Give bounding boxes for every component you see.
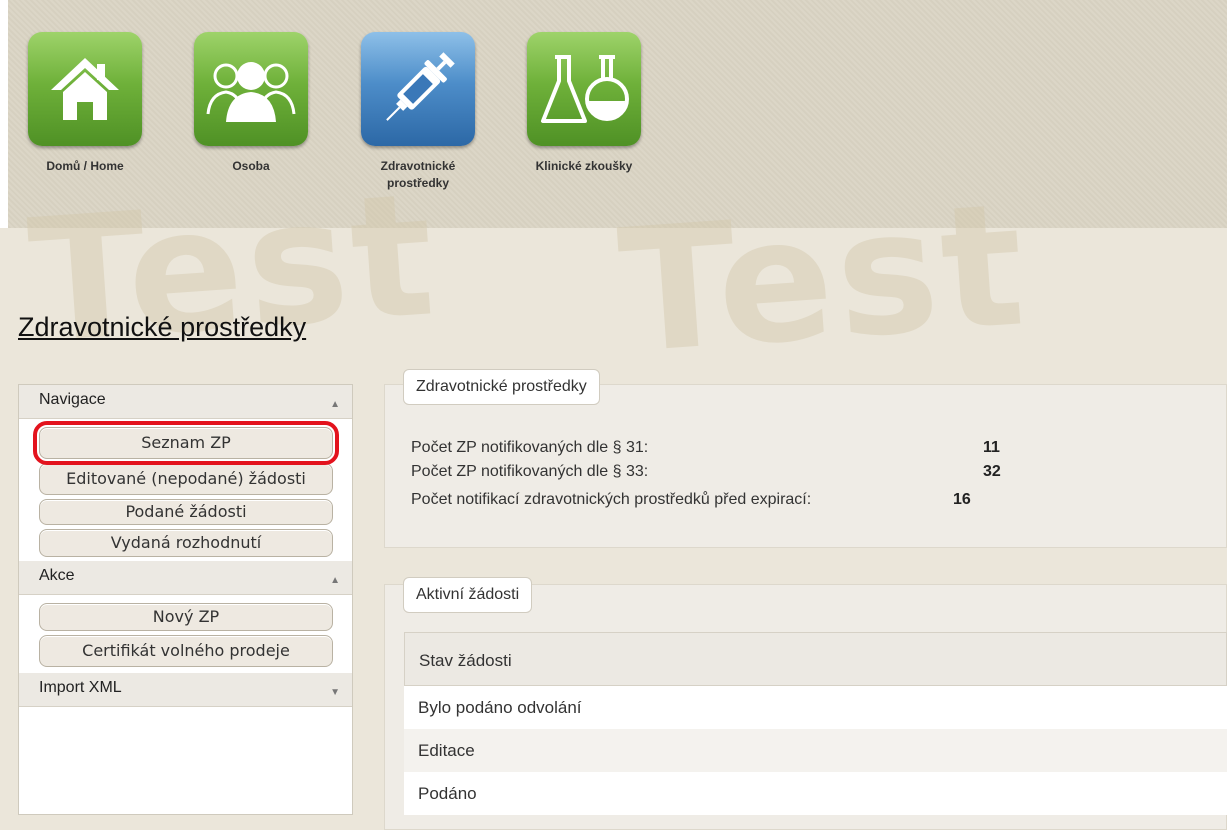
stat-value-expiring: 16 xyxy=(953,491,971,508)
summary-panel: Zdravotnické prostředky Počet ZP notifik… xyxy=(384,369,1227,548)
lab-flasks-icon xyxy=(527,32,641,146)
nav-tile-label: Osoba xyxy=(232,159,270,173)
collapse-arrow-icon: ▲ xyxy=(330,575,340,586)
submitted-requests-button[interactable]: Podané žádosti xyxy=(39,499,333,525)
house-icon xyxy=(28,32,142,146)
nav-tile-label: Klinické zkoušky xyxy=(535,159,633,173)
sidebar-section-navigation[interactable]: Navigace ▲ xyxy=(19,385,352,419)
sidebar-section-import-xml[interactable]: Import XML ▼ xyxy=(19,673,352,707)
seznam-zp-button[interactable]: Seznam ZP xyxy=(33,421,339,465)
column-header-request-status[interactable]: Stav žádosti xyxy=(404,632,1227,686)
sidebar-section-actions[interactable]: Akce ▲ xyxy=(19,561,352,595)
sidebar-section-title: Akce xyxy=(39,567,75,584)
left-edge xyxy=(0,0,8,228)
syringe-icon xyxy=(361,32,475,146)
active-requests-table: Stav žádosti Bylo podáno odvolání Editac… xyxy=(404,632,1227,815)
issued-decisions-button[interactable]: Vydaná rozhodnutí xyxy=(39,529,333,557)
summary-panel-title: Zdravotnické prostředky xyxy=(403,369,600,405)
table-row[interactable]: Bylo podáno odvolání xyxy=(404,686,1227,729)
table-row[interactable]: Podáno xyxy=(404,772,1227,815)
nav-tile-label: Domů / Home xyxy=(46,159,124,173)
stat-label-expiring: Počet notifikací zdravotnických prostřed… xyxy=(411,491,812,508)
people-icon xyxy=(194,32,308,146)
stat-label-31: Počet ZP notifikovaných dle § 31: xyxy=(411,439,649,456)
page-title[interactable]: Zdravotnické prostředky xyxy=(18,312,306,343)
sidebar: Navigace ▲ Seznam ZP Editované (nepodané… xyxy=(18,384,353,815)
nav-tile-medical-devices[interactable]: Zdravotnické prostředky xyxy=(361,32,475,192)
table-row[interactable]: Editace xyxy=(404,729,1227,772)
nav-tile-clinical-trials[interactable]: Klinické zkoušky xyxy=(527,32,641,175)
sidebar-section-title: Import XML xyxy=(39,679,122,696)
nav-tile-person[interactable]: Osoba xyxy=(194,32,308,175)
free-sale-certificate-button[interactable]: Certifikát volného prodeje xyxy=(39,635,333,667)
expand-arrow-icon: ▼ xyxy=(330,687,340,698)
stat-value-33: 32 xyxy=(983,463,1001,480)
collapse-arrow-icon: ▲ xyxy=(330,399,340,410)
edited-requests-button[interactable]: Editované (nepodané) žádosti xyxy=(39,463,333,495)
new-zp-button[interactable]: Nový ZP xyxy=(39,603,333,631)
active-requests-title: Aktivní žádosti xyxy=(403,577,533,613)
stat-value-31: 11 xyxy=(983,439,1000,456)
nav-tile-label: Zdravotnické prostředky xyxy=(380,159,456,190)
nav-tile-home[interactable]: Domů / Home xyxy=(28,32,142,175)
sidebar-section-title: Navigace xyxy=(39,391,106,408)
stat-label-33: Počet ZP notifikovaných dle § 33: xyxy=(411,463,649,480)
